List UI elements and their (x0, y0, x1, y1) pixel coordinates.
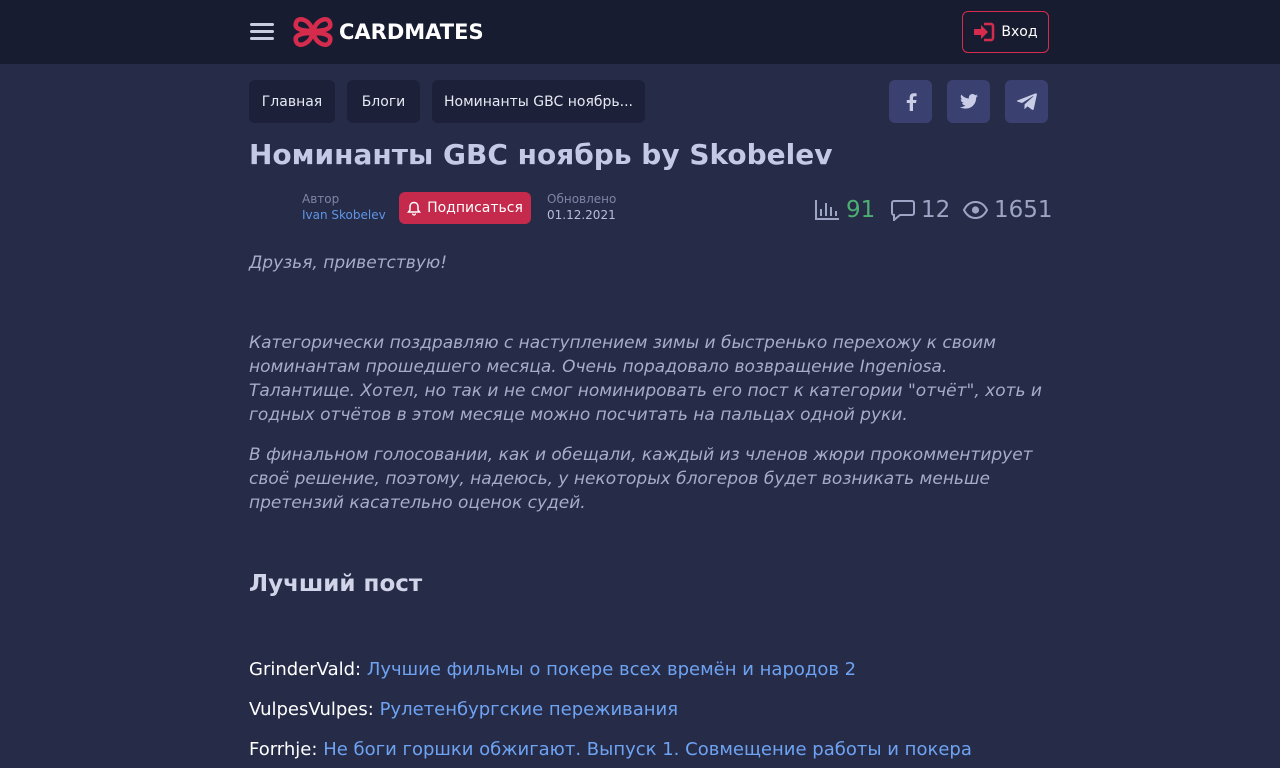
menu-icon[interactable] (250, 20, 274, 44)
subscribe-label: Подписаться (427, 200, 523, 216)
twitter-icon (959, 94, 978, 109)
cardmates-logo-icon (293, 17, 333, 47)
nominee-author: VulpesVulpes (249, 699, 368, 720)
facebook-icon (906, 92, 917, 111)
site-logo[interactable]: CARDMATES (292, 11, 484, 53)
nominee-post-link[interactable]: Не боги горшки обжигают. Выпуск 1. Совме… (323, 739, 972, 760)
page-title: Номинанты GBC ноябрь by Skobelev (249, 138, 833, 171)
author-link[interactable]: Ivan Skobelev (302, 208, 386, 222)
nominee-author: GrinderVald: (249, 659, 362, 680)
share-telegram-button[interactable] (1005, 80, 1048, 123)
nominee-author: Forrhje: (249, 739, 318, 760)
author-label: Автор (302, 192, 340, 206)
bell-icon (407, 201, 422, 216)
share-facebook-button[interactable] (889, 80, 932, 123)
login-icon (974, 22, 995, 42)
login-button[interactable]: Вход (962, 11, 1049, 53)
eye-icon (963, 201, 988, 219)
rating-stat: 91 (814, 195, 875, 225)
logo-text: CARDMATES (339, 20, 484, 44)
top-header: CARDMATES Вход (0, 0, 1280, 64)
breadcrumb-home[interactable]: Главная (249, 80, 335, 123)
avatar[interactable] (249, 192, 289, 224)
telegram-icon (1016, 93, 1037, 110)
views-stat: 1651 (963, 195, 1053, 225)
voting-paragraph: В финальном голосовании, как и обещали, … (249, 445, 1033, 513)
nominee-post-link[interactable]: Лучшие фильмы о покере всех времён и нар… (367, 659, 856, 680)
comments-stat[interactable]: 12 (891, 195, 950, 225)
breadcrumb-blogs[interactable]: Блоги (347, 80, 420, 123)
bar-chart-icon (815, 200, 839, 220)
subscribe-button[interactable]: Подписаться (399, 192, 531, 224)
nominee-post-link[interactable]: Рулетенбургские переживания (380, 699, 679, 720)
comment-icon (891, 200, 915, 221)
nominee-item: VulpesVulpes: Рулетенбургские переживани… (249, 699, 679, 720)
intro-paragraph: Категорически поздравляю с наступлением … (249, 333, 1042, 425)
updated-label: Обновлено (547, 192, 617, 206)
nominee-item: Forrhje: Не боги горшки обжигают. Выпуск… (249, 739, 972, 760)
share-twitter-button[interactable] (947, 80, 990, 123)
greeting-text: Друзья, приветствую! (249, 253, 448, 273)
comments-count: 12 (921, 197, 951, 223)
nominee-item: GrinderVald: Лучшие фильмы о покере всех… (249, 659, 856, 680)
rating-value: 91 (846, 197, 876, 223)
updated-date: 01.12.2021 (547, 208, 616, 222)
section-title-best-post: Лучший пост (249, 571, 423, 597)
breadcrumb-current: Номинанты GBC ноябрь... (432, 80, 645, 123)
views-count: 1651 (994, 197, 1053, 223)
login-label: Вход (1001, 24, 1038, 40)
